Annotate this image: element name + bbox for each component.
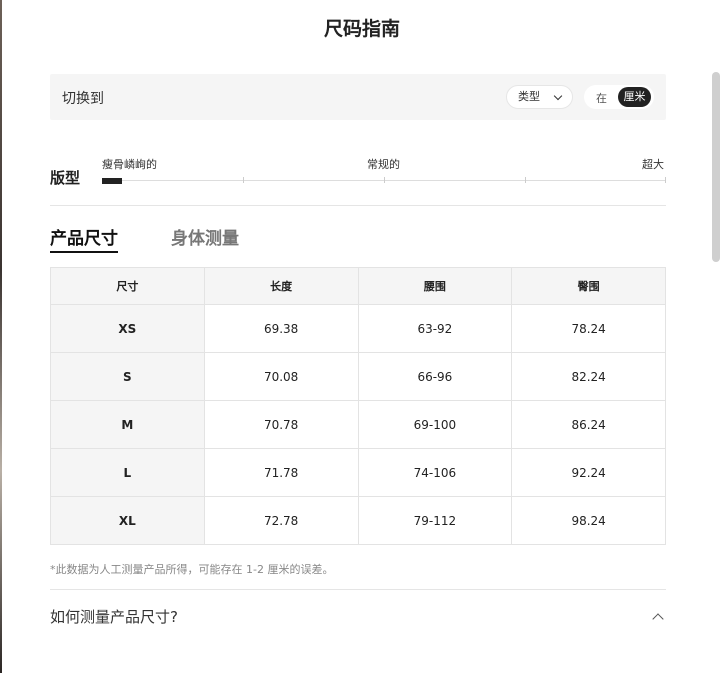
chevron-up-icon[interactable] <box>652 613 664 625</box>
scrollbar-thumb[interactable] <box>712 72 720 262</box>
table-row: XL 72.78 79-112 98.24 <box>50 496 666 545</box>
size-cell: S <box>50 352 205 401</box>
fit-indicator <box>102 178 122 184</box>
fit-scale-tick <box>384 177 385 183</box>
table-row: XS 69.38 63-92 78.24 <box>50 304 666 353</box>
column-header-size: 尺寸 <box>50 267 205 305</box>
length-cell: 70.78 <box>203 400 359 449</box>
size-cell: L <box>50 448 205 497</box>
tab-body-measurements[interactable]: 身体测量 <box>171 224 239 251</box>
fit-scale-tick <box>665 177 666 183</box>
fit-label-regular: 常规的 <box>367 158 400 171</box>
column-header-length: 长度 <box>203 267 359 305</box>
length-cell: 71.78 <box>203 448 359 497</box>
unit-option-in[interactable]: 在 <box>596 90 607 106</box>
table-row: S 70.08 66-96 82.24 <box>50 352 666 401</box>
measurement-note: *此数据为人工测量产品所得，可能存在 1-2 厘米的误差。 <box>50 563 334 576</box>
divider <box>50 589 666 590</box>
hip-cell: 92.24 <box>511 448 666 497</box>
size-cell: XS <box>50 304 205 353</box>
unit-toggle[interactable]: 在 厘米 <box>584 85 654 109</box>
length-cell: 69.38 <box>203 304 359 353</box>
type-dropdown-label: 类型 <box>518 90 540 103</box>
table-header-row: 尺寸 长度 腰围 臀围 <box>50 267 666 305</box>
length-cell: 72.78 <box>203 496 359 545</box>
fit-scale-tick <box>243 177 244 183</box>
fit-title: 版型 <box>50 169 81 187</box>
unit-switch-bar: 切换到 类型 在 厘米 <box>50 74 666 120</box>
fit-label-oversize: 超大 <box>642 158 664 171</box>
accordion-how-to-measure[interactable]: 如何测量产品尺寸? <box>50 606 178 627</box>
waist-cell: 66-96 <box>357 352 513 401</box>
fit-label-skinny: 瘦骨嶙峋的 <box>102 158 157 171</box>
switch-label: 切换到 <box>62 91 104 107</box>
chevron-down-icon <box>553 91 563 101</box>
fit-scale-tick <box>525 177 526 183</box>
waist-cell: 74-106 <box>357 448 513 497</box>
column-header-waist: 腰围 <box>357 267 513 305</box>
column-header-hip: 臀围 <box>511 267 666 305</box>
dialog-title: 尺码指南 <box>323 18 400 40</box>
waist-cell: 79-112 <box>357 496 513 545</box>
hip-cell: 82.24 <box>511 352 666 401</box>
table-row: L 71.78 74-106 92.24 <box>50 448 666 497</box>
type-dropdown[interactable]: 类型 <box>506 85 573 109</box>
size-table: 尺寸 长度 腰围 臀围 XS 69.38 63-92 78.24 S 70.08… <box>50 267 666 545</box>
divider <box>50 205 666 206</box>
length-cell: 70.08 <box>203 352 359 401</box>
waist-cell: 69-100 <box>357 400 513 449</box>
hip-cell: 86.24 <box>511 400 666 449</box>
size-guide-dialog: 尺码指南 切换到 类型 在 厘米 版型 瘦骨嶙峋的 常规的 超大 产品尺寸 身体… <box>2 0 722 673</box>
waist-cell: 63-92 <box>357 304 513 353</box>
hip-cell: 98.24 <box>511 496 666 545</box>
hip-cell: 78.24 <box>511 304 666 353</box>
unit-option-cm[interactable]: 厘米 <box>618 87 651 107</box>
tab-product-dimensions[interactable]: 产品尺寸 <box>50 224 118 253</box>
size-cell: XL <box>50 496 205 545</box>
size-cell: M <box>50 400 205 449</box>
table-row: M 70.78 69-100 86.24 <box>50 400 666 449</box>
